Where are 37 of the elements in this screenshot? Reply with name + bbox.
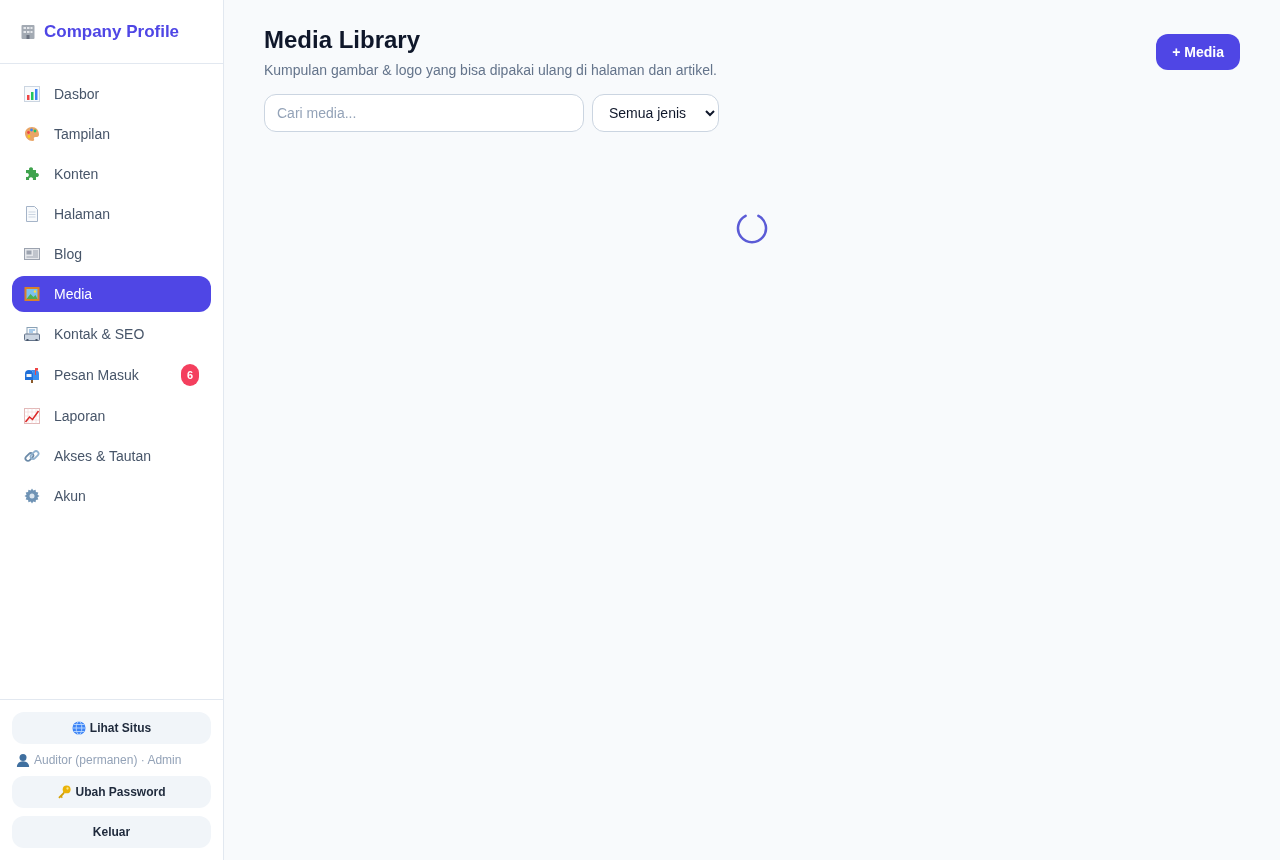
document-icon — [24, 206, 40, 222]
change-password-button[interactable]: Ubah Password — [12, 776, 211, 808]
search-field[interactable]: Cari media... — [264, 94, 584, 132]
sidebar-item[interactable]: Konten — [12, 156, 211, 192]
page-subtitle: Kumpulan gambar & logo yang bisa dipakai ulang di halaman dan artikel. — [264, 61, 717, 80]
sidebar-item[interactable]: Blog — [12, 236, 211, 272]
user-icon — [16, 753, 30, 767]
logout-button[interactable]: Keluar — [12, 816, 211, 848]
user-role-text: Auditor (permanen) · Admin — [34, 752, 182, 769]
palette-icon — [24, 126, 40, 142]
sidebar-item[interactable]: Akses & Tautan — [12, 438, 211, 474]
building-icon — [20, 23, 36, 40]
sidebar-item[interactable]: Halaman — [12, 196, 211, 232]
sidebar-item[interactable]: Media — [12, 276, 211, 312]
view-site-button[interactable]: Lihat Situs — [12, 712, 211, 744]
type-filter-select[interactable]: Semua jenis — [592, 94, 719, 132]
globe-icon — [71, 721, 86, 735]
card-file-icon — [24, 326, 40, 342]
sidebar-item[interactable]: Laporan — [12, 398, 211, 434]
puzzle-piece-icon — [24, 166, 40, 182]
key-icon — [57, 785, 72, 799]
line-chart-icon — [24, 408, 40, 424]
sidebar-item[interactable]: Akun — [12, 478, 211, 514]
unread-count-badge: 6 — [181, 364, 199, 386]
newspaper-icon — [24, 246, 40, 262]
link-icon — [24, 448, 40, 464]
sidebar-item[interactable]: Dasbor — [12, 76, 211, 112]
brand-title: Company Profile — [44, 20, 180, 43]
mailbox-icon — [24, 367, 40, 383]
sidebar-item[interactable]: Tampilan — [12, 116, 211, 152]
framed-picture-icon — [24, 286, 40, 302]
add-media-button[interactable]: + Media — [1156, 34, 1240, 70]
sidebar-item[interactable]: Kontak & SEO — [12, 316, 211, 352]
sidebar-item[interactable]: Pesan Masuk 6 — [12, 356, 211, 394]
bar-chart-icon — [24, 86, 40, 102]
page-title: Media Library — [264, 25, 422, 55]
settings-icon — [24, 488, 40, 504]
